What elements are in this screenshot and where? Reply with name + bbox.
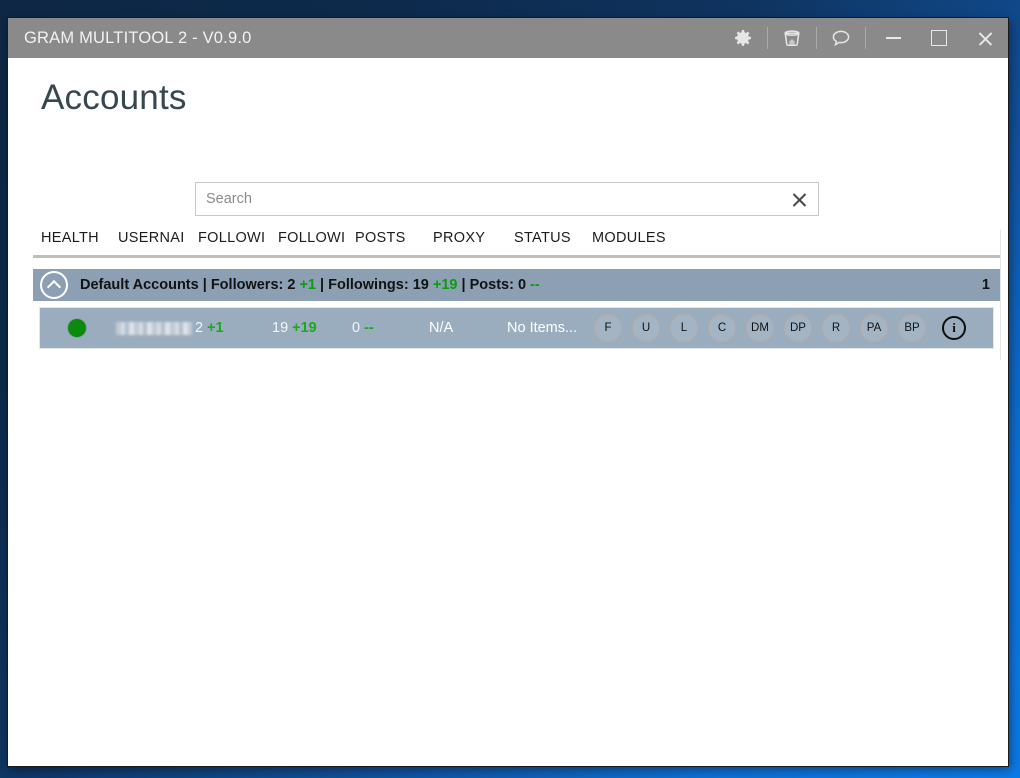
desktop-background: GRAM MULTITOOL 2 - V0.9.0 Accounts Searc… xyxy=(0,0,1020,778)
group-sep-1: | xyxy=(198,277,211,293)
column-header-5[interactable]: PROXY xyxy=(433,230,505,246)
column-header-7[interactable]: MODULES xyxy=(592,230,688,246)
list-scrollbar[interactable] xyxy=(1000,230,1008,360)
module-badge-c[interactable]: C xyxy=(708,314,736,342)
clear-search-button[interactable] xyxy=(780,183,818,215)
info-icon[interactable]: i xyxy=(942,316,966,340)
username-masked xyxy=(116,321,192,335)
titlebar-separator-2 xyxy=(816,27,817,49)
group-followings-delta: +19 xyxy=(432,277,458,293)
titlebar-separator-1 xyxy=(767,27,768,49)
search-bar[interactable] xyxy=(195,182,819,216)
followers-value: 2 xyxy=(195,320,204,336)
chevron-up-icon xyxy=(46,279,62,294)
collapse-group-button[interactable] xyxy=(40,271,68,299)
followings-cell: 19 +19 xyxy=(272,308,317,348)
status-indicator-icon xyxy=(68,319,86,337)
column-header-6[interactable]: STATUS xyxy=(514,230,590,246)
maximize-button[interactable] xyxy=(916,18,962,58)
group-sep-3: | xyxy=(457,277,470,293)
column-header-4[interactable]: POSTS xyxy=(355,230,425,246)
module-badge-l[interactable]: L xyxy=(670,314,698,342)
module-badge-pa[interactable]: PA xyxy=(860,314,888,342)
page-title: Accounts xyxy=(41,78,187,117)
paint-bucket-icon[interactable] xyxy=(772,18,812,58)
table-row[interactable]: 2 +1 19 +19 0 -- N/A No Items... F U L C DM D… xyxy=(39,307,994,349)
titlebar-separator-3 xyxy=(865,27,866,49)
posts-value: 0 xyxy=(352,320,361,336)
chat-bubble-icon[interactable] xyxy=(821,18,861,58)
group-sep-2: | xyxy=(316,277,329,293)
module-badge-dm[interactable]: DM xyxy=(746,314,774,342)
group-posts-delta: -- xyxy=(530,277,540,293)
column-header-1[interactable]: USERNAI xyxy=(118,230,186,246)
modules-cell: F U L C DM DP R PA BP xyxy=(594,308,936,348)
group-posts: Posts: 0 xyxy=(469,277,531,293)
close-icon xyxy=(791,191,808,208)
close-button[interactable] xyxy=(962,18,1008,58)
posts-cell: 0 -- xyxy=(352,308,374,348)
account-group-header[interactable]: Default Accounts | Followers: 2 +1 | Fol… xyxy=(33,269,1000,301)
module-badge-dp[interactable]: DP xyxy=(784,314,812,342)
minimize-icon xyxy=(885,37,901,39)
posts-delta: -- xyxy=(364,320,374,336)
title-bar-actions xyxy=(723,18,1008,58)
close-icon xyxy=(977,30,994,47)
account-group-summary: Default Accounts | Followers: 2 +1 | Fol… xyxy=(80,277,540,293)
status-cell: No Items... xyxy=(507,320,578,336)
followings-delta: +19 xyxy=(292,320,317,336)
account-group-count: 1 xyxy=(981,277,990,293)
title-bar[interactable]: GRAM MULTITOOL 2 - V0.9.0 xyxy=(8,18,1008,58)
row-info-cell: i xyxy=(942,308,966,348)
group-name: Default Accounts xyxy=(80,277,199,293)
application-window: GRAM MULTITOOL 2 - V0.9.0 Accounts Searc… xyxy=(8,18,1008,766)
column-header-row: HEALTH USERNAI FOLLOWI FOLLOWI POSTS PROXY STA… xyxy=(33,230,1000,258)
minimize-button[interactable] xyxy=(870,18,916,58)
module-badge-bp[interactable]: BP xyxy=(898,314,926,342)
username-cell xyxy=(116,308,192,348)
followings-value: 19 xyxy=(272,320,289,336)
gear-icon[interactable] xyxy=(723,18,763,58)
group-followers-delta: +1 xyxy=(299,277,317,293)
column-header-0[interactable]: HEALTH xyxy=(41,230,123,246)
module-badge-f[interactable]: F xyxy=(594,314,622,342)
group-followers: Followers: 2 xyxy=(210,277,300,293)
module-badge-u[interactable]: U xyxy=(632,314,660,342)
group-followings: Followings: 19 xyxy=(328,277,433,293)
proxy-cell: N/A xyxy=(429,320,454,336)
column-header-3[interactable]: FOLLOWI xyxy=(278,230,344,246)
content-area: Accounts HEALTHUSERNAI FOLLOWI FOLLOWI POST… xyxy=(8,58,1008,766)
column-header-2[interactable]: FOLLOWI xyxy=(198,230,264,246)
maximize-icon xyxy=(931,30,947,46)
window-title: GRAM MULTITOOL 2 - V0.9.0 xyxy=(24,28,252,47)
followers-delta: +1 xyxy=(207,320,224,336)
search-input[interactable] xyxy=(196,191,780,207)
module-badge-r[interactable]: R xyxy=(822,314,850,342)
followers-cell: 2 +1 xyxy=(195,308,224,348)
health-cell xyxy=(68,308,86,348)
